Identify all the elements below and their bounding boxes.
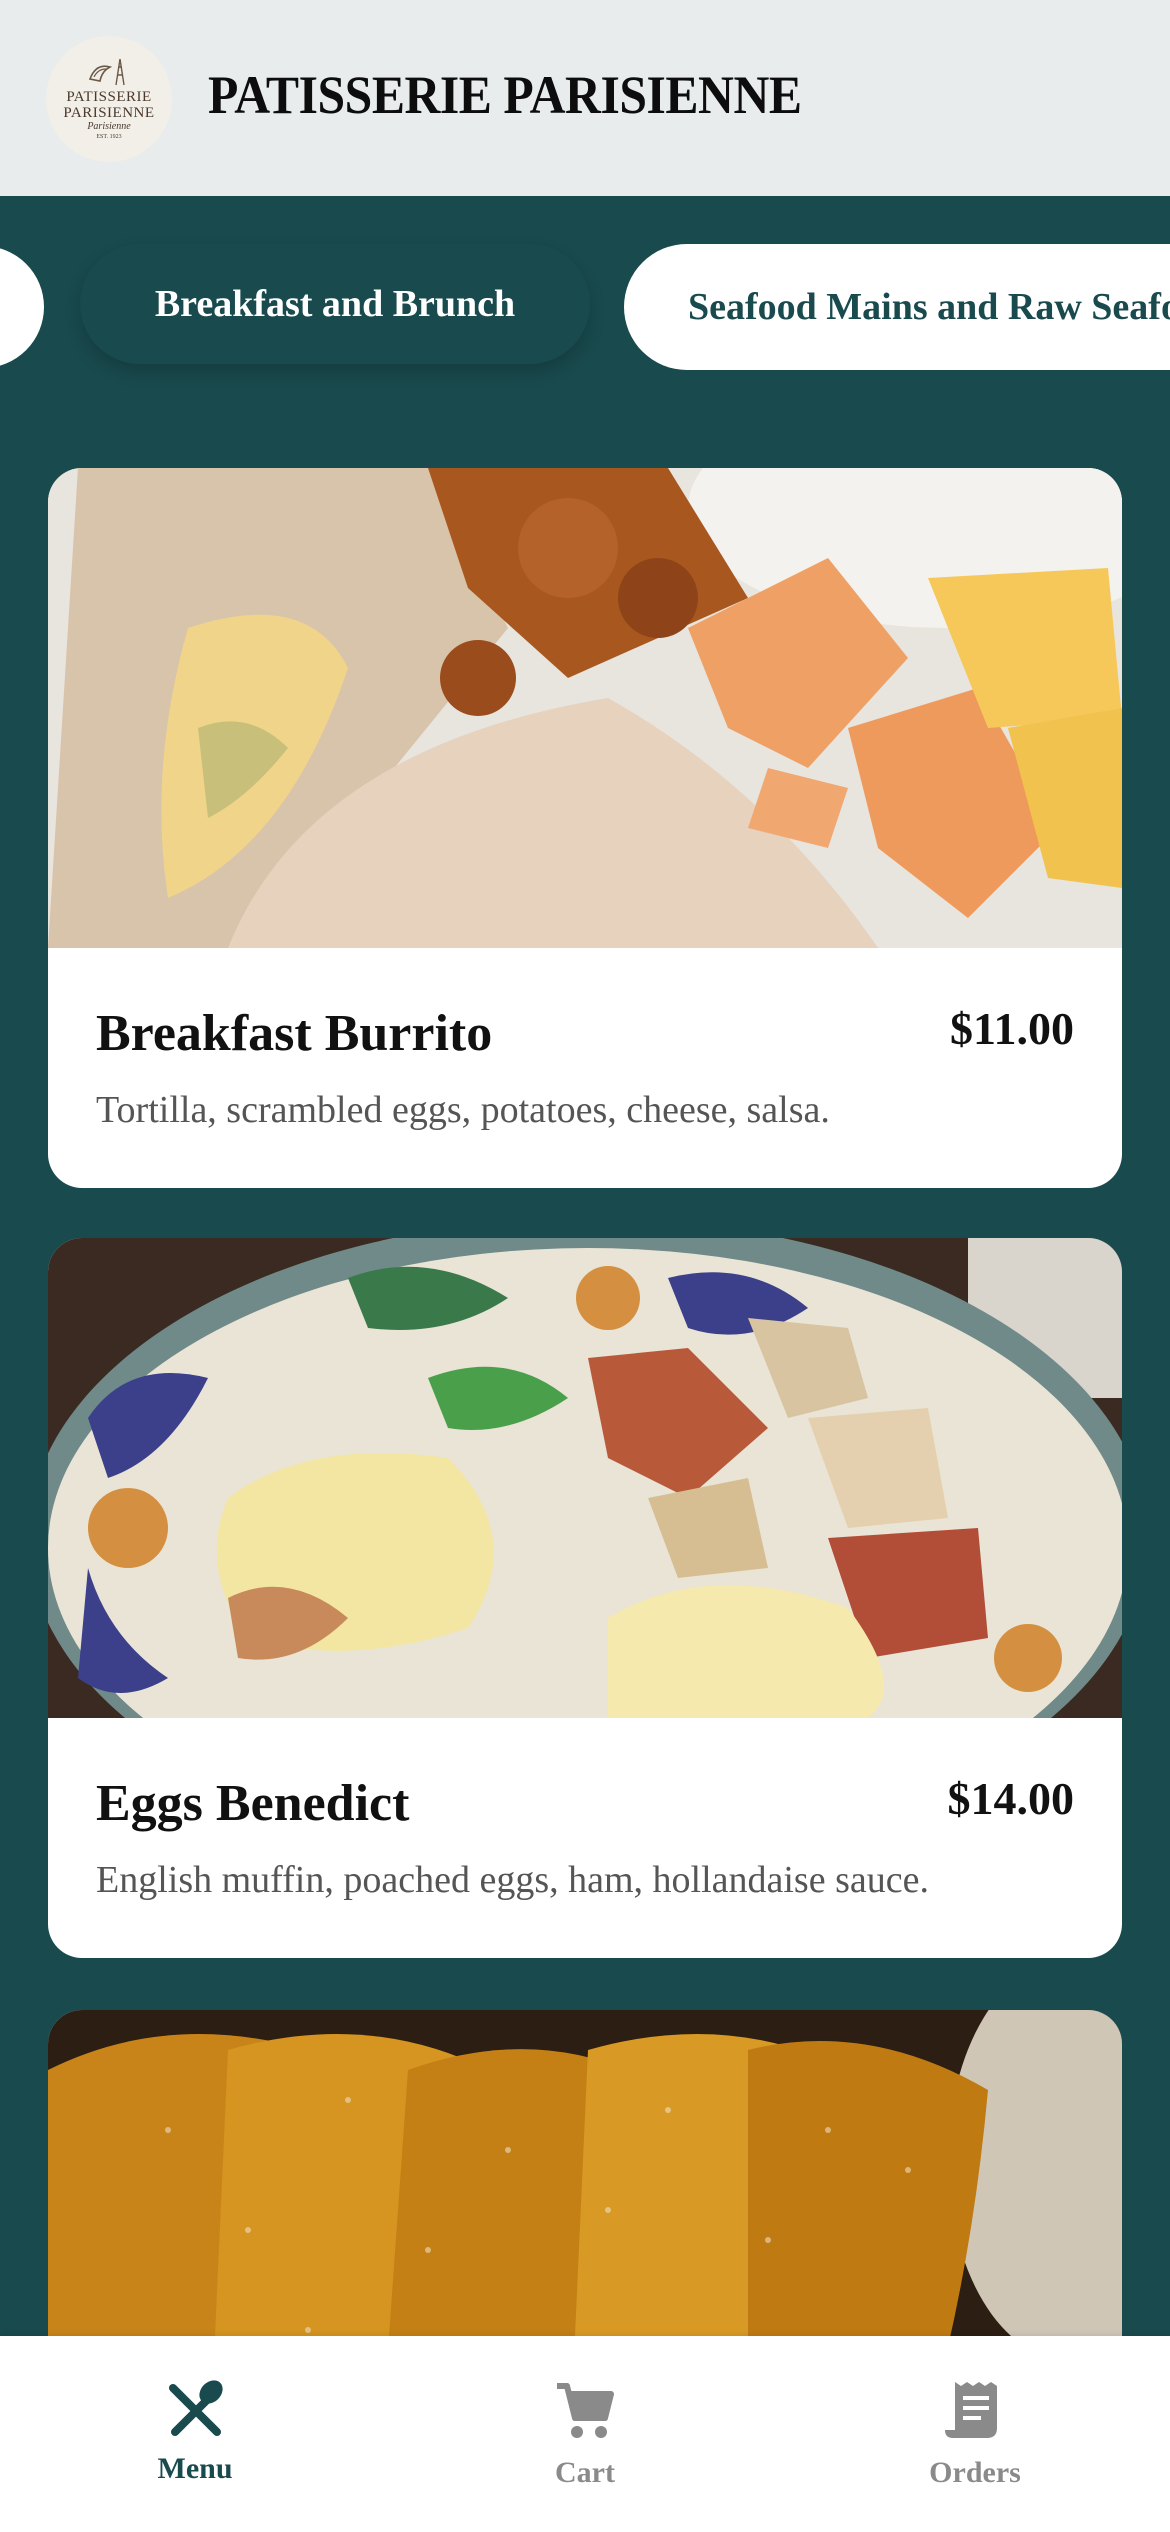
item-price: $14.00: [947, 1773, 1075, 1824]
nav-orders-label: Orders: [929, 2456, 1021, 2489]
category-tabs: Breakfast and Brunch Seafood Mains and R…: [0, 196, 1170, 426]
item-description: English muffin, poached eggs, ham, holla…: [96, 1859, 929, 1901]
tab-breakfast-and-brunch[interactable]: Breakfast and Brunch: [80, 244, 590, 364]
eggs-benedict-photo: [48, 1238, 1122, 1718]
menu-item-card[interactable]: Eggs Benedict $14.00 English muffin, poa…: [48, 1238, 1122, 1958]
item-name: Eggs Benedict: [96, 1775, 410, 1832]
tab-previous[interactable]: [0, 246, 44, 368]
receipt-icon: [945, 2382, 997, 2438]
app-title: PATISSERIE PARISIENNE: [208, 65, 802, 125]
item-name: Breakfast Burrito: [96, 1005, 493, 1062]
breakfast-burrito-photo: [48, 468, 1122, 948]
nav-menu-label: Menu: [157, 2452, 233, 2485]
item-description: Tortilla, scrambled eggs, potatoes, chee…: [96, 1089, 830, 1131]
logo-line-4: EST. 1923: [96, 134, 122, 140]
fork-knife-icon: [169, 2380, 223, 2436]
nav-menu[interactable]: Menu: [0, 2336, 390, 2532]
eiffel-croissant-icon: [88, 58, 125, 86]
logo-line-1: PATISSERIE: [66, 89, 152, 105]
menu-item-card[interactable]: Breakfast Burrito $11.00 Tortilla, scram…: [48, 468, 1122, 1188]
app-header: PATISSERIE PARISIENNE Parisienne EST. 19…: [0, 0, 1170, 196]
nav-cart-label: Cart: [555, 2456, 615, 2489]
tab-seafood-mains[interactable]: Seafood Mains and Raw Seafood: [624, 244, 1170, 370]
cart-icon: [557, 2383, 614, 2438]
logo-line-3: Parisienne: [87, 121, 131, 132]
nav-orders[interactable]: Orders: [780, 2336, 1170, 2532]
bottom-navigation: Menu Cart Orders: [0, 2336, 1170, 2532]
item-price: $11.00: [950, 1003, 1074, 1054]
nav-cart[interactable]: Cart: [390, 2336, 780, 2532]
logo-line-2: PARISIENNE: [63, 105, 155, 121]
brand-logo[interactable]: PATISSERIE PARISIENNE Parisienne EST. 19…: [46, 36, 172, 162]
